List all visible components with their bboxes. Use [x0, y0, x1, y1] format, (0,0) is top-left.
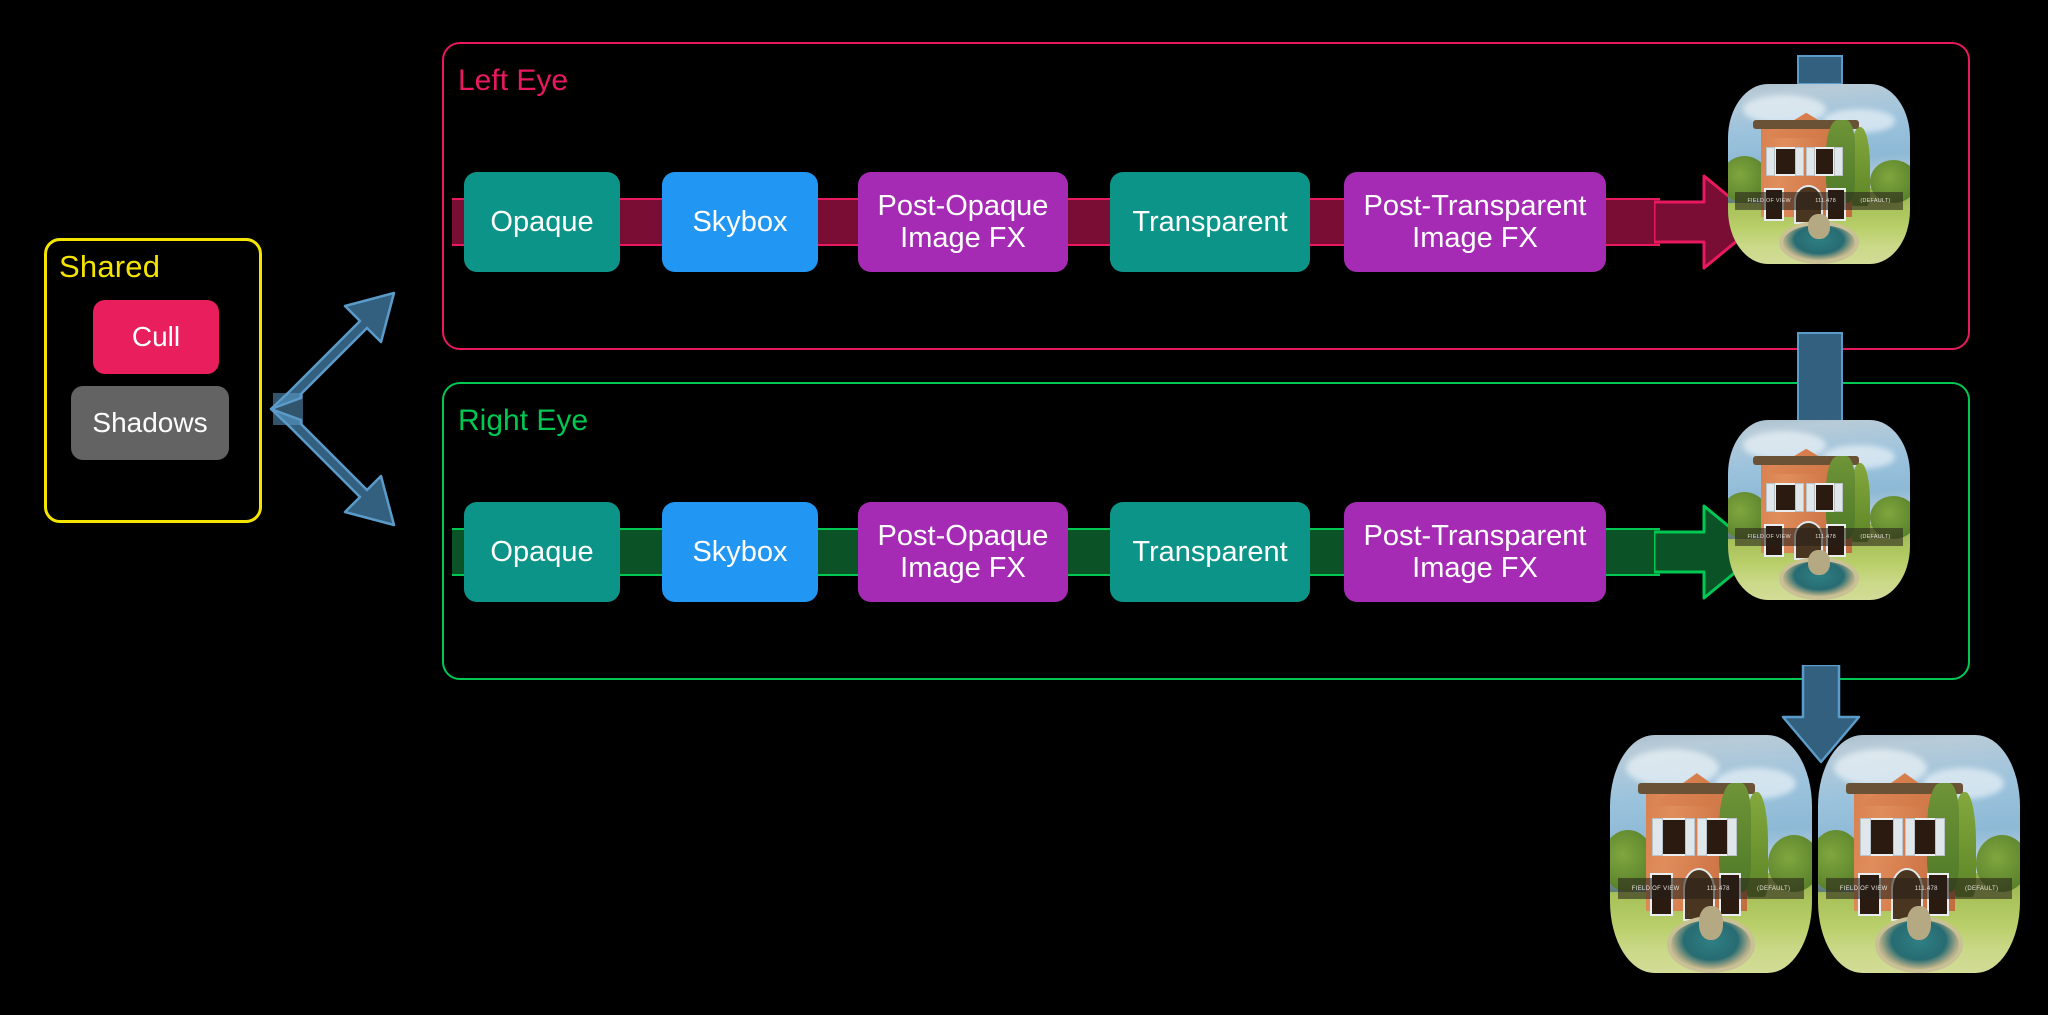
right-stage-post-transparent-line2: Image FX — [1412, 552, 1538, 584]
left-stage-transparent-label: Transparent — [1132, 205, 1288, 238]
shared-group: Shared Cull Shadows — [44, 238, 262, 523]
hud-field-label: FIELD OF VIEW — [1747, 198, 1791, 204]
stage-shadows-label: Shadows — [92, 406, 208, 438]
right-eye-viewport: FIELD OF VIEW 111.478 (DEFAULT) — [1728, 420, 1910, 600]
blue-connector-top-stub — [1797, 55, 1843, 85]
diagram-canvas: Shared Cull Shadows Left Eye Opaque Skyb… — [0, 0, 2048, 1015]
stereo-right-viewport: FIELD OF VIEW 111.478 (DEFAULT) — [1818, 735, 2020, 973]
hud-field-value: 111.478 — [1706, 885, 1730, 892]
shared-group-label: Shared — [59, 249, 161, 284]
hud-field-value: 111.478 — [1914, 885, 1938, 892]
left-stage-skybox[interactable]: Skybox — [662, 172, 818, 272]
right-stage-transparent-label: Transparent — [1132, 535, 1288, 568]
right-eye-label: Right Eye — [458, 404, 589, 437]
right-stage-post-opaque-image-fx[interactable]: Post-Opaque Image FX — [858, 502, 1068, 602]
split-arrow-to-eyes — [268, 285, 408, 530]
left-stage-skybox-label: Skybox — [692, 205, 788, 238]
hud-field-label: FIELD OF VIEW — [1839, 885, 1888, 892]
right-stage-post-transparent-image-fx[interactable]: Post-Transparent Image FX — [1344, 502, 1606, 602]
hud-field-value: 111.478 — [1815, 198, 1837, 204]
stereo-right-hud: FIELD OF VIEW 111.478 (DEFAULT) — [1826, 877, 2012, 900]
hud-field-mode: (DEFAULT) — [1757, 885, 1791, 892]
hud-field-label: FIELD OF VIEW — [1631, 885, 1680, 892]
right-stage-skybox[interactable]: Skybox — [662, 502, 818, 602]
left-stage-opaque[interactable]: Opaque — [464, 172, 620, 272]
left-viewport-hud: FIELD OF VIEW 111.478 (DEFAULT) — [1735, 192, 1903, 210]
right-stage-opaque-label: Opaque — [490, 535, 594, 568]
left-stage-post-opaque-line1: Post-Opaque — [877, 189, 1049, 222]
hud-field-mode: (DEFAULT) — [1965, 885, 1999, 892]
right-stage-transparent[interactable]: Transparent — [1110, 502, 1310, 602]
left-eye-label: Left Eye — [458, 64, 569, 97]
left-eye-viewport: FIELD OF VIEW 111.478 (DEFAULT) — [1728, 84, 1910, 264]
hud-field-mode: (DEFAULT) — [1860, 198, 1891, 204]
right-stage-post-opaque-line1: Post-Opaque — [877, 519, 1049, 552]
stereo-left-viewport: FIELD OF VIEW 111.478 (DEFAULT) — [1610, 735, 1812, 973]
left-stage-post-transparent-line2: Image FX — [1412, 222, 1538, 254]
left-stage-opaque-label: Opaque — [490, 205, 594, 238]
stage-cull[interactable]: Cull — [93, 300, 219, 374]
left-stage-post-opaque-image-fx[interactable]: Post-Opaque Image FX — [858, 172, 1068, 272]
right-viewport-hud: FIELD OF VIEW 111.478 (DEFAULT) — [1735, 528, 1903, 546]
right-stage-post-transparent-line1: Post-Transparent — [1363, 519, 1587, 552]
left-stage-post-transparent-line1: Post-Transparent — [1363, 189, 1587, 222]
left-stage-post-opaque-line2: Image FX — [900, 222, 1026, 254]
left-stage-post-transparent-image-fx[interactable]: Post-Transparent Image FX — [1344, 172, 1606, 272]
hud-field-mode: (DEFAULT) — [1860, 534, 1891, 540]
stage-cull-label: Cull — [131, 320, 181, 352]
stage-shadows[interactable]: Shadows — [71, 386, 229, 460]
stereo-side-by-side-output: FIELD OF VIEW 111.478 (DEFAULT) FIELD OF… — [1610, 735, 2030, 985]
right-stage-skybox-label: Skybox — [692, 535, 788, 568]
blue-connector-left-to-right — [1797, 332, 1843, 432]
stereo-left-hud: FIELD OF VIEW 111.478 (DEFAULT) — [1618, 877, 1804, 900]
right-stage-post-opaque-line2: Image FX — [900, 552, 1026, 584]
left-stage-transparent[interactable]: Transparent — [1110, 172, 1310, 272]
hud-field-label: FIELD OF VIEW — [1747, 534, 1791, 540]
hud-field-value: 111.478 — [1815, 534, 1837, 540]
right-stage-opaque[interactable]: Opaque — [464, 502, 620, 602]
